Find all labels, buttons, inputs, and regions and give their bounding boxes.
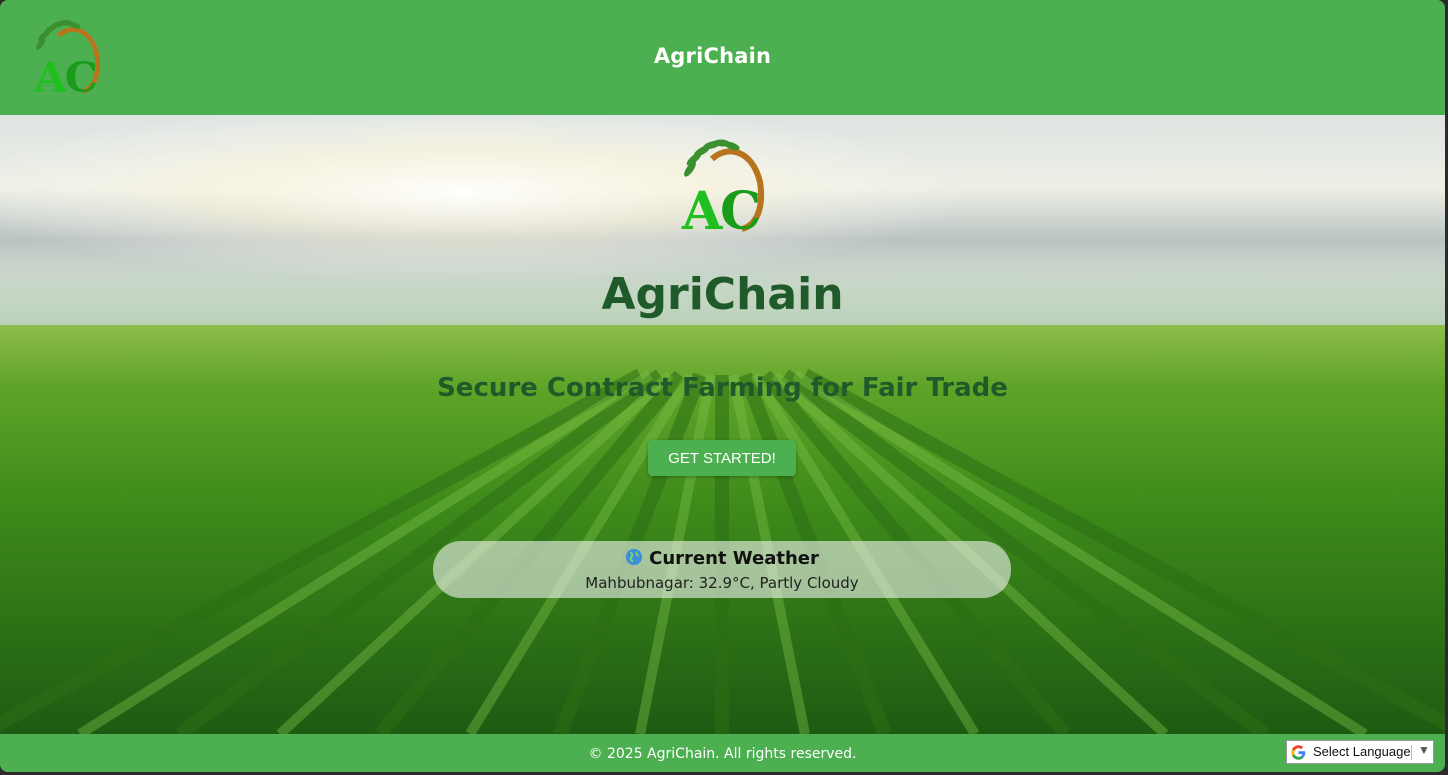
get-started-button[interactable]: GET STARTED! [648,440,796,476]
hero-subtitle: Secure Contract Farming for Fair Trade [437,373,1008,403]
agrichain-logo-icon: A C [681,139,764,237]
language-select-label: Select Language [1313,744,1411,759]
header-title: AgriChain [653,44,772,68]
hero-section: A C AgriChain Secure Contract Farming fo… [0,115,1445,734]
hero-title: AgriChain [601,269,844,320]
weather-heading-label: Current Weather [649,548,819,569]
app-frame: A C AgriChain A C AgriChain Secure Contr… [0,0,1445,772]
globe-icon [626,548,643,566]
dropdown-arrow-icon: ▼ [1418,743,1430,757]
svg-text:A: A [681,181,723,237]
page-footer: © 2025 AgriChain. All rights reserved. [0,734,1445,772]
divider [1411,745,1412,760]
svg-text:C: C [720,181,761,237]
language-select[interactable]: Select Language ▼ [1286,740,1434,764]
google-g-icon [1291,745,1306,760]
weather-card: Current Weather Mahbubnagar: 32.9°C, Par… [433,541,1011,598]
footer-copyright: © 2025 AgriChain. All rights reserved. [588,746,857,762]
top-header: A C AgriChain [0,0,1445,115]
weather-heading: Current Weather [433,548,1011,569]
weather-details: Mahbubnagar: 32.9°C, Partly Cloudy [585,574,859,592]
